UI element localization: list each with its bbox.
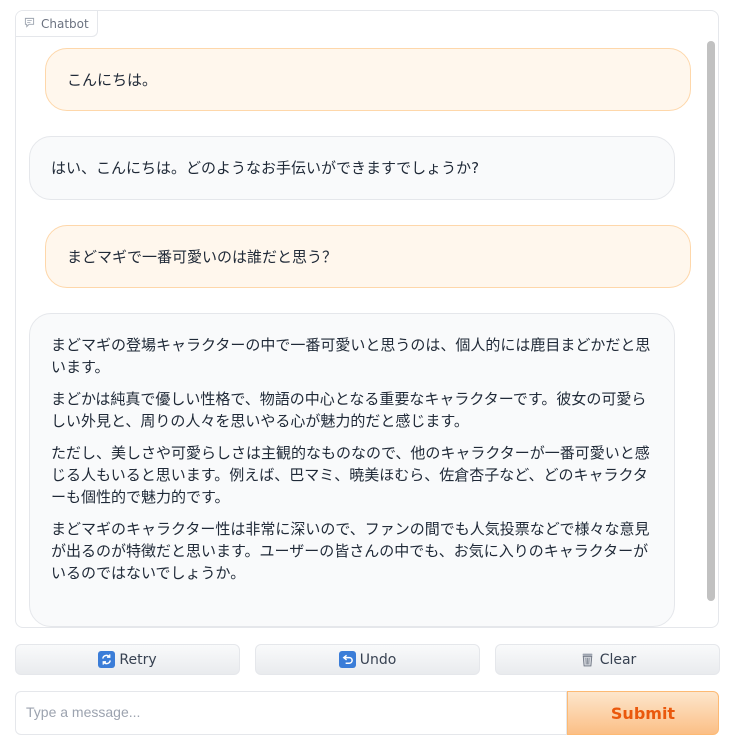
undo-arrow-icon <box>338 651 356 668</box>
chatbot-label: Chatbot <box>16 11 98 37</box>
retry-label: Retry <box>119 651 157 668</box>
bot-message: はい、こんにちは。どのようなお手伝いができますでしょうか? <box>29 136 675 200</box>
chat-message-list[interactable]: こんにちは。 はい、こんにちは。どのようなお手伝いができますでしょうか? まどマ… <box>16 11 718 627</box>
trash-can-icon <box>579 651 596 668</box>
chatbot-label-text: Chatbot <box>41 16 89 31</box>
message-input[interactable] <box>15 691 567 735</box>
undo-button[interactable]: Undo <box>255 644 480 675</box>
retry-arrows-icon <box>98 651 116 668</box>
message-paragraph: まどかは純真で優しい性格で、物語の中心となる重要なキャラクターです。彼女の可愛ら… <box>51 390 647 430</box>
chat-bubble-icon <box>24 17 35 31</box>
submit-button[interactable]: Submit <box>567 691 719 735</box>
message-text: はい、こんにちは。どのようなお手伝いができますでしょうか? <box>51 159 480 177</box>
undo-label: Undo <box>359 651 397 668</box>
user-message: まどマギで一番可愛いのは誰だと思う？ <box>45 225 691 288</box>
message-text: まどマギで一番可愛いのは誰だと思う？ <box>67 247 338 266</box>
clear-label: Clear <box>599 651 637 668</box>
retry-button[interactable]: Retry <box>15 644 240 675</box>
user-message: こんにちは。 <box>45 48 691 111</box>
chatbot-panel: Chatbot こんにちは。 はい、こんにちは。どのようなお手伝いができますでし… <box>15 10 719 628</box>
message-input-row: Submit <box>15 691 719 735</box>
message-text: こんにちは。 <box>67 70 158 89</box>
bot-message: まどマギの登場キャラクターの中で一番可愛いと思うのは、個人的には鹿目まどかだと思… <box>29 313 675 627</box>
message-paragraph: まどマギの登場キャラクターの中で一番可愛いと思うのは、個人的には鹿目まどかだと思… <box>51 336 651 376</box>
clear-button[interactable]: Clear <box>495 644 720 675</box>
chat-scrollbar[interactable] <box>707 41 715 601</box>
message-paragraph: ただし、美しさや可愛らしさは主観的なものなので、他のキャラクターが一番可愛いと感… <box>51 444 650 506</box>
message-paragraph: まどマギのキャラクター性は非常に深いので、ファンの間でも人気投票などで様々な意見… <box>51 520 650 582</box>
